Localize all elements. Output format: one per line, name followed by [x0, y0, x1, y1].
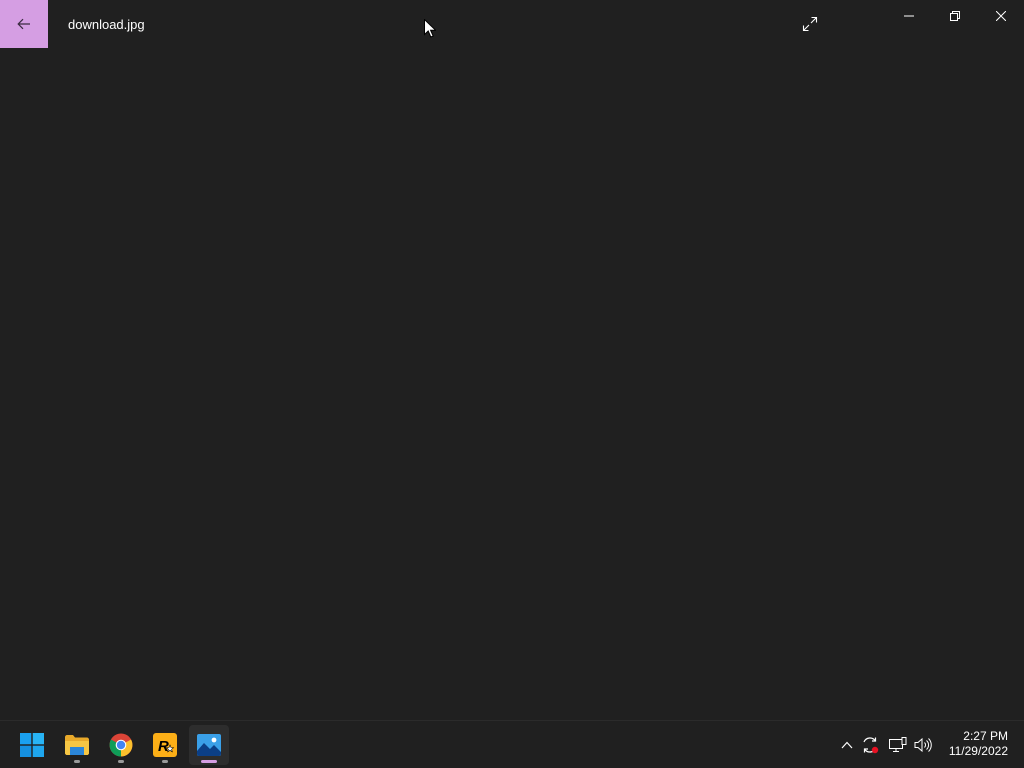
volume-tray-button[interactable] [911, 733, 935, 757]
back-button[interactable] [0, 0, 48, 48]
running-indicator [74, 760, 80, 763]
image-viewer-canvas[interactable] [0, 48, 1024, 724]
folder-icon [65, 735, 89, 755]
clock-date: 11/29/2022 [948, 744, 1008, 758]
network-tray-button[interactable] [886, 733, 910, 757]
fullscreen-button[interactable] [794, 8, 826, 40]
minimize-button[interactable] [886, 0, 932, 32]
sync-icon [863, 737, 879, 754]
photos-app-window: download.jpg R 2:27 PM 11/29/2022 [0, 0, 1024, 768]
photos-icon [197, 734, 221, 756]
taskbar-rockstar-launcher[interactable]: R [145, 725, 185, 765]
close-icon [996, 11, 1006, 21]
chevron-up-icon [841, 741, 853, 749]
rockstar-icon: R [153, 733, 177, 757]
mouse-pointer-icon [424, 19, 436, 38]
volume-icon [914, 737, 932, 753]
svg-text:R: R [158, 738, 169, 755]
active-app-indicator [201, 760, 217, 763]
window-title: download.jpg [68, 17, 145, 32]
running-indicator [162, 760, 168, 763]
arrow-left-icon [17, 18, 30, 30]
start-button[interactable] [12, 725, 52, 765]
running-indicator [118, 760, 124, 763]
show-hidden-icons-button[interactable] [835, 733, 859, 757]
restore-button[interactable] [932, 0, 978, 32]
network-icon [889, 737, 907, 752]
close-button[interactable] [978, 0, 1024, 32]
sync-tray-icon-button[interactable] [858, 733, 882, 757]
windows-logo-icon [20, 733, 44, 757]
chrome-icon [109, 733, 133, 757]
taskbar-chrome[interactable] [101, 725, 141, 765]
taskbar-photos[interactable] [189, 725, 229, 765]
clock-time: 2:27 PM [963, 729, 1008, 743]
restore-icon [950, 11, 960, 21]
taskbar-clock[interactable]: 2:27 PM 11/29/2022 [940, 729, 1008, 759]
title-bar: download.jpg [0, 0, 1024, 48]
taskbar-file-explorer[interactable] [57, 725, 97, 765]
taskbar: R 2:27 PM 11/29/2022 [0, 720, 1024, 768]
minimize-icon [904, 15, 914, 17]
expand-diagonal-icon [802, 16, 818, 32]
